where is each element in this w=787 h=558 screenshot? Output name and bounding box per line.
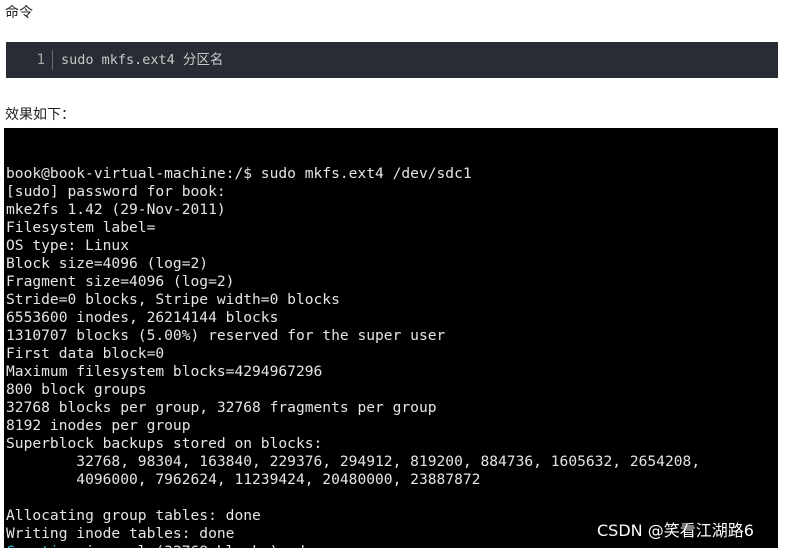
terminal-line: Allocating group tables: done <box>6 507 261 524</box>
terminal-line: Superblock backups stored on blocks: <box>6 435 323 452</box>
csdn-watermark: CSDN @笑看江湖路6 <box>597 521 754 540</box>
terminal-line: Writing inode tables: done <box>6 525 235 542</box>
terminal-line: 800 block groups <box>6 381 147 398</box>
terminal-screenshot: book@book-virtual-machine:/$ sudo mkfs.e… <box>4 128 778 548</box>
terminal-line: 1310707 blocks (5.00%) reserved for the … <box>6 327 446 344</box>
command-label: 命令 <box>5 5 33 21</box>
terminal-line: 4096000, 7962624, 11239424, 20480000, 23… <box>6 471 481 488</box>
code-line: sudo mkfs.ext4 分区名 <box>61 52 224 68</box>
terminal-line: Fragment size=4096 (log=2) <box>6 273 235 290</box>
terminal-line: Maximum filesystem blocks=4294967296 <box>6 363 323 380</box>
terminal-line: First data block=0 <box>6 345 165 362</box>
terminal-line: Filesystem label= <box>6 219 156 236</box>
terminal-text: journal (32768 blocks): done <box>76 543 331 548</box>
terminal-line: [sudo] password for book: <box>6 183 226 200</box>
terminal-line: OS type: Linux <box>6 237 130 254</box>
code-block: 1 sudo mkfs.ext4 分区名 <box>6 42 778 78</box>
terminal-line: Stride=0 blocks, Stripe width=0 blocks <box>6 291 340 308</box>
terminal-line: book@book-virtual-machine:/$ sudo mkfs.e… <box>6 165 472 182</box>
terminal-line: 32768, 98304, 163840, 229376, 294912, 81… <box>6 453 701 470</box>
line-number: 1 <box>6 50 53 70</box>
terminal-line: mke2fs 1.42 (29-Nov-2011) <box>6 201 226 218</box>
terminal-output: book@book-virtual-machine:/$ sudo mkfs.e… <box>6 129 700 548</box>
highlighted-word: Creating <box>6 543 76 548</box>
terminal-line: 6553600 inodes, 26214144 blocks <box>6 309 279 326</box>
result-label: 效果如下： <box>5 107 75 123</box>
terminal-line-creating-journal: Creating journal (32768 blocks): done <box>6 543 700 548</box>
terminal-line: 32768 blocks per group, 32768 fragments … <box>6 399 437 416</box>
terminal-line: Block size=4096 (log=2) <box>6 255 209 272</box>
terminal-line: 8192 inodes per group <box>6 417 191 434</box>
